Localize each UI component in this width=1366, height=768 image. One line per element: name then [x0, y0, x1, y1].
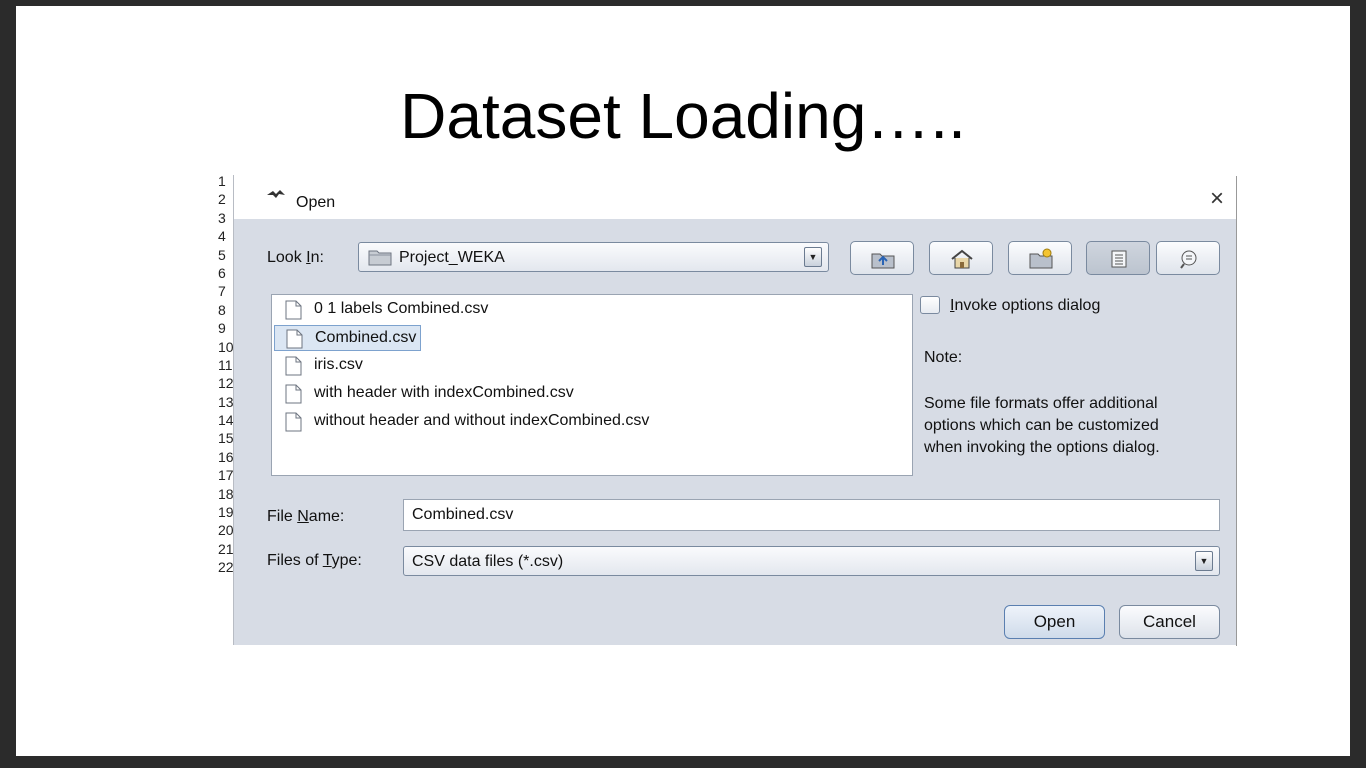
file-type-combo[interactable]: CSV data files (*.csv) ▼ [403, 546, 1220, 576]
note-line-2: options which can be customized [924, 417, 1159, 434]
file-name-field[interactable] [403, 499, 1220, 531]
slide-title: Dataset Loading….. [400, 80, 966, 152]
file-list-item[interactable]: Combined.csv [274, 325, 422, 351]
note-title: Note: [924, 349, 963, 366]
note-line-3: when invoking the options dialog. [924, 439, 1160, 456]
file-name-text: Combined.csv [315, 329, 417, 346]
file-name-text: without header and without indexCombined… [314, 412, 650, 429]
file-name-text: 0 1 labels Combined.csv [314, 300, 489, 317]
up-one-level-button[interactable] [850, 241, 914, 275]
invoke-options-checkbox[interactable] [920, 296, 940, 314]
up-folder-icon [871, 253, 895, 269]
open-dialog: Open × Look In: Project_WEKA ▼ 0 1 label… [233, 175, 1236, 645]
new-folder-icon [1029, 248, 1053, 269]
look-in-value: Project_WEKA [399, 249, 505, 266]
file-name-text: with header with indexCombined.csv [314, 384, 574, 401]
list-view-button[interactable] [1086, 241, 1150, 275]
background-sheet-edge [1236, 176, 1245, 646]
file-icon [285, 356, 302, 376]
look-in-combo[interactable]: Project_WEKA ▼ [358, 242, 829, 272]
details-view-button[interactable] [1156, 241, 1220, 275]
new-folder-button[interactable] [1008, 241, 1072, 275]
file-icon [285, 412, 302, 432]
file-list-item[interactable]: 0 1 labels Combined.csv [274, 297, 492, 323]
file-name-label: File Name: [267, 508, 345, 525]
close-icon[interactable]: × [1210, 187, 1224, 211]
file-list[interactable]: 0 1 labels Combined.csv Combined.csv iris.… [271, 294, 913, 476]
note-line-1: Some file formats offer additional [924, 395, 1158, 412]
home-icon [951, 249, 973, 269]
file-name-input[interactable] [404, 500, 1219, 530]
file-list-item[interactable]: without header and without indexCombined… [274, 409, 653, 435]
details-view-icon [1180, 250, 1197, 269]
file-name-text: iris.csv [314, 356, 363, 373]
file-list-item[interactable]: iris.csv [274, 353, 367, 379]
dialog-titlebar: Open × [234, 175, 1236, 219]
chevron-down-icon[interactable]: ▼ [804, 247, 822, 267]
look-in-label: Look In: [267, 249, 324, 266]
cancel-button[interactable]: Cancel [1119, 605, 1220, 639]
dialog-title: Open [296, 194, 336, 211]
file-icon [286, 329, 303, 349]
open-button[interactable]: Open [1004, 605, 1105, 639]
folder-icon [368, 250, 392, 266]
chevron-down-icon[interactable]: ▼ [1195, 551, 1213, 571]
java-app-icon [266, 189, 286, 204]
file-icon [285, 300, 302, 320]
list-view-icon [1111, 250, 1127, 268]
file-icon [285, 384, 302, 404]
file-list-item[interactable]: with header with indexCombined.csv [274, 381, 578, 407]
home-button[interactable] [929, 241, 993, 275]
invoke-options-label[interactable]: Invoke options dialog [950, 297, 1100, 315]
file-type-label: Files of Type: [267, 552, 362, 569]
file-type-value: CSV data files (*.csv) [412, 553, 564, 570]
